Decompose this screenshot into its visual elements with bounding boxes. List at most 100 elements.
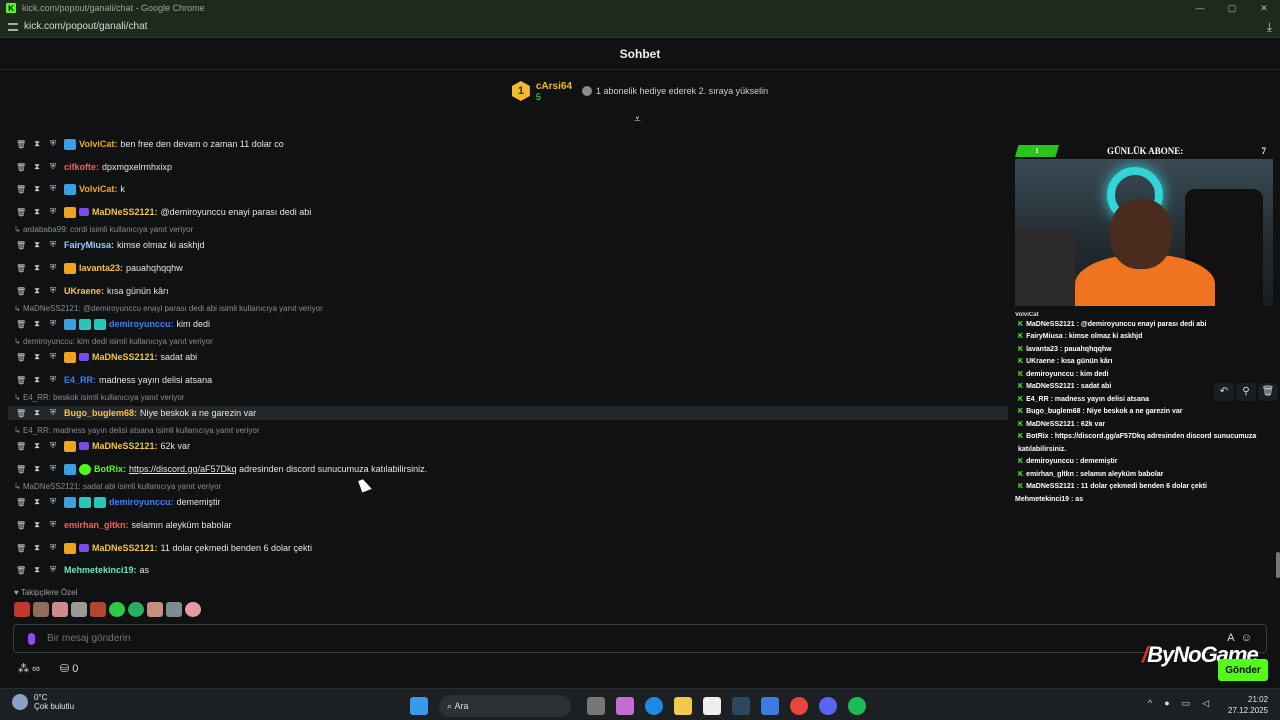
chat-message[interactable]: 🗑 ⧗ ⛨ UKraene: kısa günün kârı [16, 284, 169, 298]
message-username[interactable]: cifkofte [64, 162, 96, 172]
file-explorer-icon[interactable] [674, 697, 692, 715]
microphone-icon[interactable] [28, 632, 35, 645]
timeout-icon[interactable]: ⧗ [32, 352, 42, 362]
timeout-icon[interactable]: ⧗ [32, 319, 42, 329]
reply-context[interactable]: E4_RR: beskok isimli kullanıcıya yanıt v… [14, 393, 184, 402]
message-username[interactable]: Mehmetekinci19 [64, 565, 134, 575]
chat-message[interactable]: 🗑 ⧗ ⛨ demiroyunccu: kim dedi [16, 317, 210, 331]
message-username[interactable]: demiroyunccu [109, 319, 171, 329]
ban-icon[interactable]: ⛨ [48, 375, 58, 385]
message-username[interactable]: MaDNeSS2121 [92, 352, 155, 362]
message-username[interactable]: MaDNeSS2121 [92, 441, 155, 451]
delete-message-icon[interactable]: 🗑 [16, 163, 26, 172]
message-link[interactable]: https://discord.gg/aF57Dkq [129, 464, 237, 474]
timeout-icon[interactable]: ⧗ [32, 162, 42, 172]
message-username[interactable]: VolviCat [79, 184, 114, 194]
timeout-icon[interactable]: ⧗ [32, 543, 42, 553]
spotify-icon[interactable] [848, 697, 866, 715]
message-username[interactable]: BotRix [94, 464, 123, 474]
volume-icon[interactable]: ◁ [1202, 698, 1209, 709]
delete-message-icon[interactable]: 🗑 [16, 442, 26, 451]
chat-message[interactable]: 🗑 ⧗ ⛨ E4_RR: madness yayın delisi atsana [16, 373, 212, 387]
chat-message[interactable]: 🗑 ⧗ ⛨ MaDNeSS2121:11 dolar çekmedi benden 6… [16, 541, 312, 555]
chat-message[interactable]: 🗑 ⧗ ⛨ lavanta23: pauahqhqqhw [16, 261, 183, 275]
site-settings-icon[interactable] [8, 22, 18, 31]
reply-context[interactable]: MaDNeSS2121: @demiroyunccu enayi parası … [14, 304, 323, 313]
url-text[interactable]: kick.com/popout/ganali/chat [24, 21, 147, 32]
delete-message-icon[interactable]: 🗑 [16, 566, 26, 575]
emote-icon[interactable] [90, 602, 106, 617]
ban-icon[interactable]: ⛨ [48, 464, 58, 474]
url-bar[interactable]: kick.com/popout/ganali/chat ⤓ [0, 16, 1280, 38]
timeout-icon[interactable]: ⧗ [32, 497, 42, 507]
reply-context[interactable]: E4_RR: madness yayın delisi atsana isiml… [14, 426, 260, 435]
message-username[interactable]: E4_RR [64, 375, 93, 385]
collapse-icon[interactable]: ⩡ [634, 112, 641, 127]
chat-message[interactable]: 🗑 ⧗ ⛨ MaDNeSS2121:62k var [16, 439, 190, 453]
delete-message-icon[interactable]: 🗑 [16, 498, 26, 507]
timeout-icon[interactable]: ⧗ [32, 565, 42, 575]
ban-icon[interactable]: ⛨ [48, 319, 58, 329]
message-username[interactable]: lavanta23 [79, 263, 120, 273]
message-input-box[interactable]: A ☺ [13, 624, 1267, 653]
reply-icon[interactable]: ↶ [1214, 383, 1234, 401]
discord-icon[interactable] [819, 697, 837, 715]
delete-message-icon[interactable]: 🗑 [16, 208, 26, 217]
chat-message[interactable]: 🗑 ⧗ ⛨ MaDNeSS2121: sadat abi [16, 350, 197, 364]
emote-icon[interactable] [147, 602, 163, 617]
reply-context[interactable]: ardababa99: cordi isimli kullanıcıya yan… [14, 225, 193, 234]
reply-context[interactable]: MaDNeSS2121: sadat abi isimli kullanıcıy… [14, 482, 221, 491]
chat-message[interactable]: 🗑 ⧗ ⛨ emirhan_gltkn: selamın aleyküm babolar [16, 518, 232, 532]
emote-icon[interactable] [185, 602, 201, 617]
timeout-icon[interactable]: ⧗ [32, 139, 42, 149]
timeout-icon[interactable]: ⧗ [32, 184, 42, 194]
clock[interactable]: 21:02 27.12.2025 [1228, 694, 1268, 716]
emote-icon[interactable] [71, 602, 87, 617]
delete-message-icon[interactable]: 🗑 [16, 241, 26, 250]
timeout-icon[interactable]: ⧗ [32, 286, 42, 296]
delete-message-icon[interactable]: 🗑 [16, 185, 26, 194]
channel-points-icon[interactable]: ⁂ ∞ [18, 662, 40, 675]
task-view-icon[interactable] [587, 697, 605, 715]
timeout-icon[interactable]: ⧗ [32, 375, 42, 385]
emote-icon[interactable] [14, 602, 30, 617]
emote-icon[interactable] [128, 602, 144, 617]
delete-message-icon[interactable]: 🗑 [16, 465, 26, 474]
weather-widget[interactable]: 0°C Çok bulutlu [12, 693, 74, 711]
pin-icon[interactable]: ⚲ [1236, 383, 1256, 401]
delete-message-icon[interactable]: 🗑 [16, 376, 26, 385]
ban-icon[interactable]: ⛨ [48, 263, 58, 273]
delete-message-icon[interactable]: 🗑 [16, 287, 26, 296]
message-username[interactable]: demiroyunccu [109, 497, 171, 507]
delete-message-icon[interactable]: 🗑 [16, 353, 26, 362]
message-username[interactable]: MaDNeSS2121 [92, 543, 155, 553]
ban-icon[interactable]: ⛨ [48, 184, 58, 194]
ban-icon[interactable]: ⛨ [48, 408, 58, 418]
ban-icon[interactable]: ⛨ [48, 162, 58, 172]
ban-icon[interactable]: ⛨ [48, 543, 58, 553]
emote-icon[interactable] [109, 602, 125, 617]
chat-message[interactable]: 🗑 ⧗ ⛨ demiroyunccu: dememiştir [16, 495, 221, 509]
ban-icon[interactable]: ⛨ [48, 139, 58, 149]
minimize-button[interactable]: — [1184, 0, 1216, 16]
download-icon[interactable]: ⤓ [1267, 20, 1272, 35]
timeout-icon[interactable]: ⧗ [32, 408, 42, 418]
chat-message[interactable]: 🗑 ⧗ ⛨ VolviCat: ben free den devam o zaman 1… [16, 137, 284, 151]
close-button[interactable]: ✕ [1248, 0, 1280, 16]
chat-message[interactable]: 🗑 ⧗ ⛨ FairyMiusa: kimse olmaz ki askhjd [16, 238, 205, 252]
display-icon[interactable]: ▭ [1182, 698, 1191, 709]
chrome-icon[interactable] [790, 697, 808, 715]
chat-message[interactable]: 🗑 ⧗ ⛨ BotRix: https://discord.gg/aF57Dkq adr… [16, 462, 427, 476]
timeout-icon[interactable]: ⧗ [32, 240, 42, 250]
chat-message[interactable]: 🗑 ⧗ ⛨ MaDNeSS2121: @demiroyunccu enayi paras… [16, 205, 311, 219]
message-username[interactable]: UKraene [64, 286, 101, 296]
timeout-icon[interactable]: ⧗ [32, 441, 42, 451]
emote-icon[interactable] [52, 602, 68, 617]
chat-message[interactable]: 🗑 ⧗ ⛨ Mehmetekinci19: as [16, 563, 149, 577]
mic-tray-icon[interactable]: ● [1164, 698, 1169, 709]
chat-message[interactable]: 🗑 ⧗ ⛨ Bugo_buglem68: Niye beskok a ne garezi… [8, 406, 1008, 420]
message-username[interactable]: Bugo_buglem68 [64, 408, 134, 418]
ban-icon[interactable]: ⛨ [48, 207, 58, 217]
emote-icon[interactable] [166, 602, 182, 617]
chat-message[interactable]: 🗑 ⧗ ⛨ cifkofte: dpxmgxelrmhxixp [16, 160, 172, 174]
